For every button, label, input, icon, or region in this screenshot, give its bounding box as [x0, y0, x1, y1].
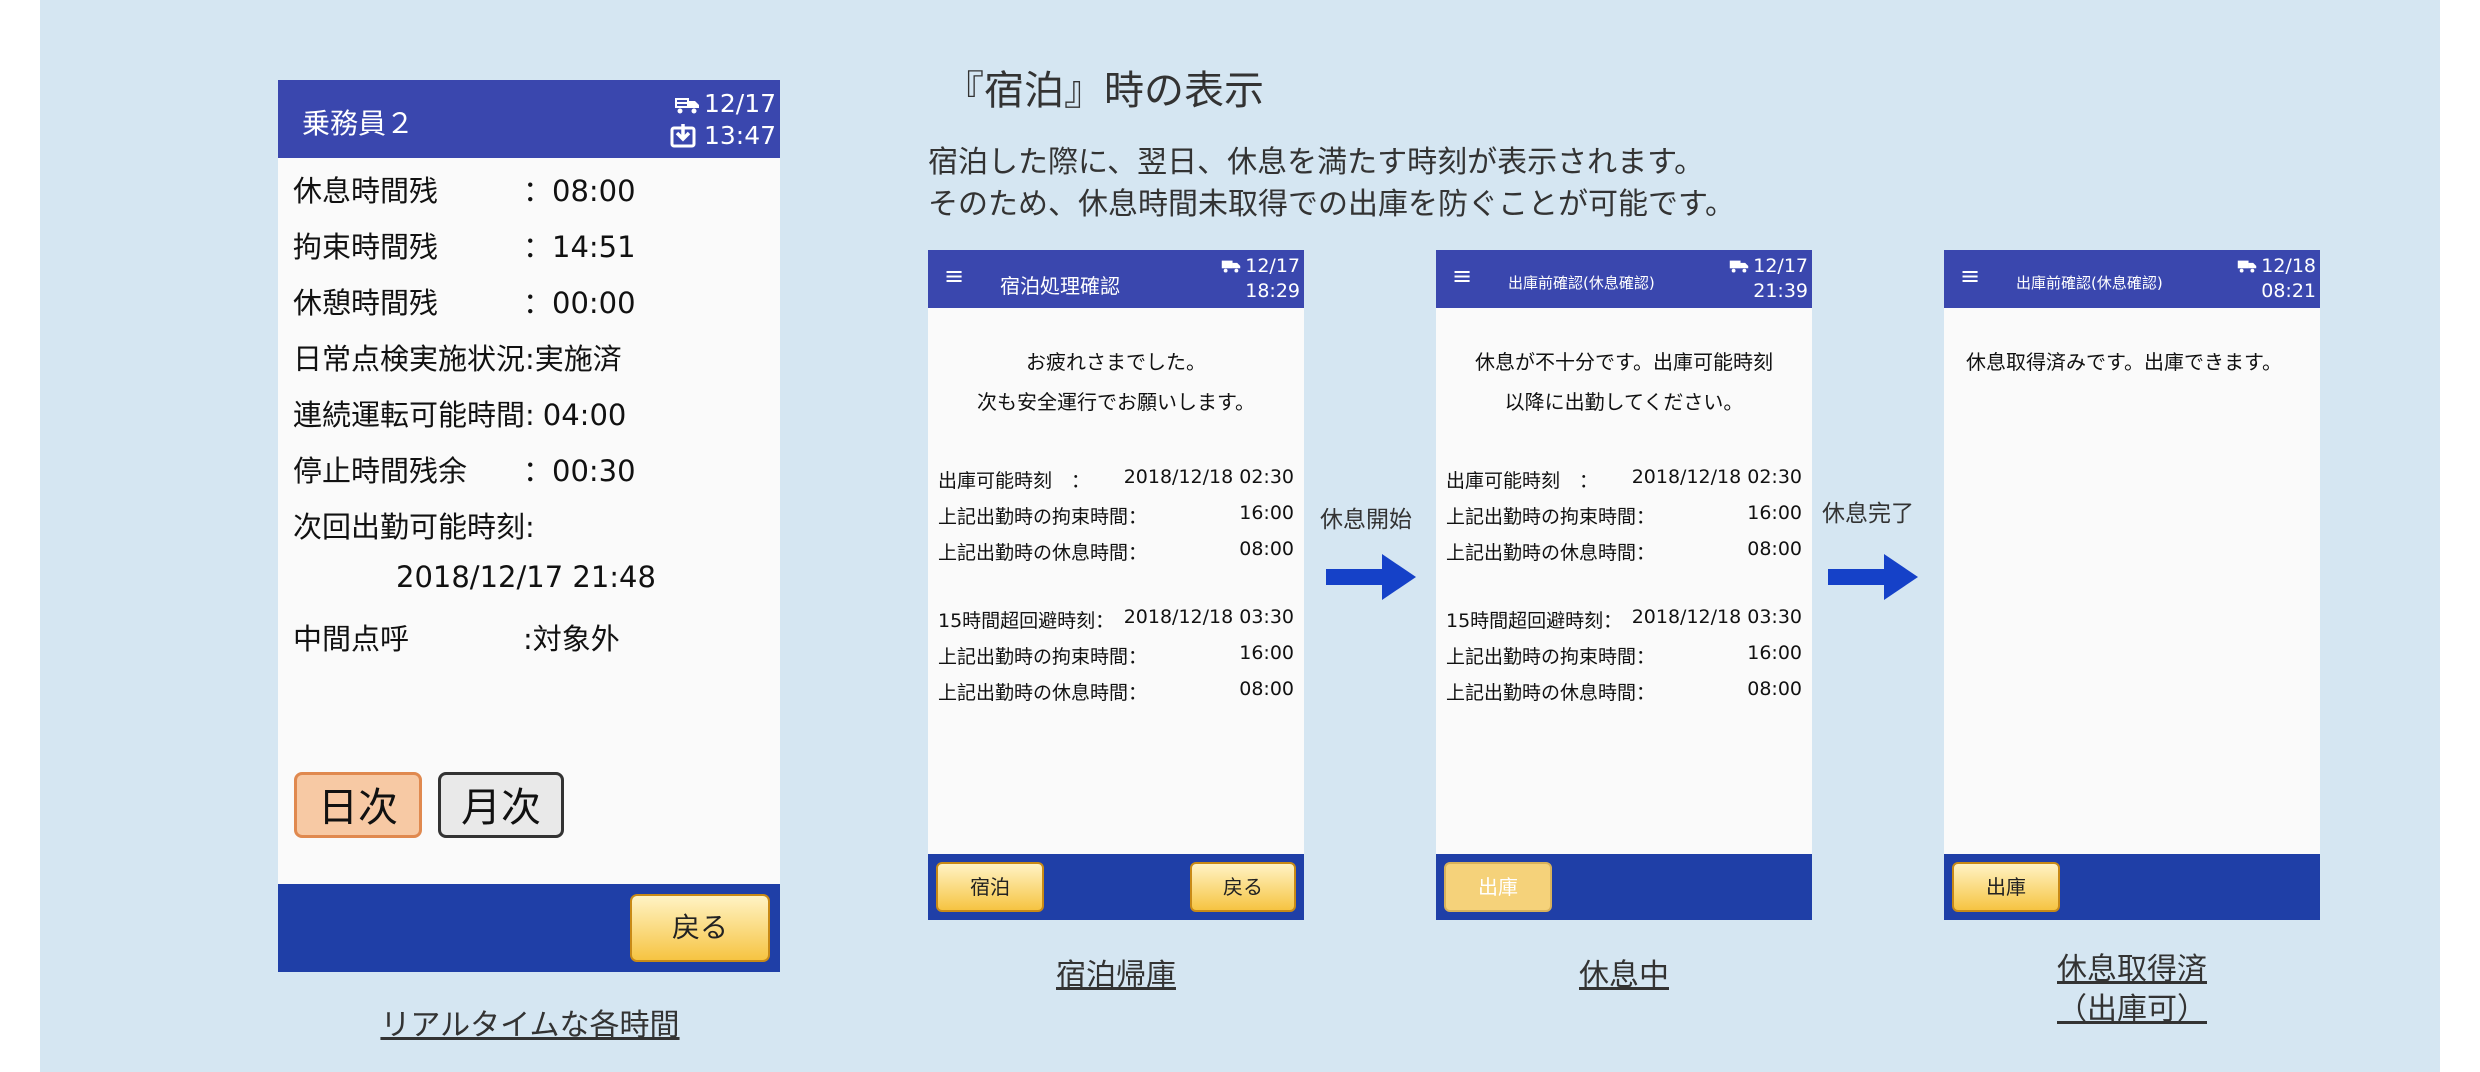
resting-caption: 休息中	[1579, 958, 1669, 993]
stay-datetime: 12/17 18:29	[1221, 254, 1300, 304]
realtime-screen: 乗務員２ 12/17 13:47 休息時間残 ：08:00 拘束時間残 ：14:51…	[278, 80, 780, 972]
resting-row: 15時間超回避時刻： 2018/12/18 03:30	[1446, 606, 1802, 632]
stay-message-line2: 次も安全運行でお願いします。	[977, 390, 1255, 414]
menu-icon[interactable]: ≡	[1960, 262, 1980, 290]
stay-row: 出庫可能時刻 ： 2018/12/18 02:30	[938, 466, 1294, 492]
section-description: 宿泊した際に、翌日、休息を満たす時刻が表示されます。 そのため、休息時間未取得で…	[928, 142, 1735, 226]
resting-datetime: 12/17 21:39	[1729, 254, 1808, 304]
done-datetime: 12/18 08:21	[2237, 254, 2316, 304]
back-button[interactable]: 戻る	[630, 894, 770, 962]
resting-row: 上記出勤時の休息時間： 08:00	[1446, 538, 1802, 564]
resting-message-line1: 休息が不十分です。出庫可能時刻	[1475, 350, 1773, 374]
next-work-time-row: 次回出勤可能時刻:	[293, 510, 535, 544]
stay-back-button[interactable]: 戻る	[1190, 862, 1296, 912]
right-arrow-icon	[1326, 554, 1416, 600]
arrow1-label: 休息開始	[1320, 507, 1412, 533]
menu-icon[interactable]: ≡	[1452, 262, 1472, 290]
rest-time-remaining-row: 休息時間残 ：08:00	[293, 174, 636, 208]
interim-rollcall-row: 中間点呼:対象外	[293, 622, 620, 656]
resting-screen: ≡ 出庫前確認(休息確認) 12/17 21:39 休息が不十分です。出庫可能時…	[1436, 250, 1812, 920]
resting-row: 上記出勤時の拘束時間： 16:00	[1446, 502, 1802, 528]
break-time-remaining-row: 休憩時間残 ：00:00	[293, 286, 636, 320]
stay-row: 上記出勤時の休息時間： 08:00	[938, 538, 1294, 564]
resting-title: 出庫前確認(休息確認)	[1508, 274, 1655, 292]
monthly-button[interactable]: 月次	[438, 772, 564, 838]
section-description-line1: 宿泊した際に、翌日、休息を満たす時刻が表示されます。	[928, 145, 1705, 180]
stay-confirm-screen: ≡ 宿泊処理確認 12/17 18:29 お疲れさまでした。 次も安全運行でお願…	[928, 250, 1304, 920]
done-caption: 休息取得済 （出庫可）	[2057, 952, 2207, 1027]
stay-row: 上記出勤時の拘束時間： 16:00	[938, 502, 1294, 528]
truck-icon	[1222, 260, 1241, 273]
right-arrow-icon	[1828, 554, 1918, 600]
stay-row: 上記出勤時の拘束時間： 16:00	[938, 642, 1294, 668]
stay-button[interactable]: 宿泊	[936, 862, 1044, 912]
realtime-footer: 戻る	[278, 884, 780, 972]
depart-button-disabled: 出庫	[1444, 862, 1552, 912]
truck-icon	[674, 98, 699, 114]
menu-icon[interactable]: ≡	[944, 262, 964, 290]
truck-icon	[1730, 260, 1749, 273]
binding-time-remaining-row: 拘束時間残 ：14:51	[293, 230, 636, 264]
realtime-time: 13:47	[703, 121, 776, 150]
stay-title: 宿泊処理確認	[1000, 274, 1120, 298]
realtime-datetime: 12/17 13:47	[670, 88, 776, 152]
daily-button[interactable]: 日次	[294, 772, 422, 838]
next-work-datetime: 2018/12/17 21:48	[396, 560, 656, 594]
daily-inspection-row: 日常点検実施状況:実施済	[293, 342, 622, 376]
realtime-header: 乗務員２ 12/17 13:47	[278, 80, 780, 158]
resting-header: ≡ 出庫前確認(休息確認) 12/17 21:39	[1436, 250, 1812, 308]
realtime-title: 乗務員２	[302, 107, 415, 140]
truck-icon	[2238, 260, 2257, 273]
done-header: ≡ 出庫前確認(休息確認) 12/18 08:21	[1944, 250, 2320, 308]
resting-row: 上記出勤時の休息時間： 08:00	[1446, 678, 1802, 704]
section-title: 『宿泊』時の表示	[944, 68, 1264, 114]
stop-time-remaining-row: 停止時間残余 ：00:30	[293, 454, 636, 488]
resting-message-line2: 以降に出勤してください。	[1504, 390, 1744, 414]
download-icon	[670, 124, 696, 148]
done-message: 休息取得済みです。出庫できます。	[1966, 350, 2282, 374]
rest-done-screen: ≡ 出庫前確認(休息確認) 12/18 08:21 休息取得済みです。出庫できま…	[1944, 250, 2320, 920]
arrow2-label: 休息完了	[1822, 501, 1914, 527]
depart-button[interactable]: 出庫	[1952, 862, 2060, 912]
stay-message-line1: お疲れさまでした。	[1026, 350, 1206, 374]
stay-caption: 宿泊帰庫	[1056, 958, 1176, 993]
resting-row: 上記出勤時の拘束時間： 16:00	[1446, 642, 1802, 668]
continuous-driving-row: 連続運転可能時間: 04:00	[293, 398, 627, 432]
section-description-line2: そのため、休息時間未取得での出庫を防ぐことが可能です。	[928, 187, 1735, 222]
resting-row: 出庫可能時刻 ： 2018/12/18 02:30	[1446, 466, 1802, 492]
done-title: 出庫前確認(休息確認)	[2016, 274, 2163, 292]
stay-header: ≡ 宿泊処理確認 12/17 18:29	[928, 250, 1304, 308]
stay-row: 上記出勤時の休息時間： 08:00	[938, 678, 1294, 704]
realtime-caption: リアルタイムな各時間	[380, 1008, 680, 1043]
realtime-date: 12/17	[703, 89, 776, 118]
stay-row: 15時間超回避時刻： 2018/12/18 03:30	[938, 606, 1294, 632]
